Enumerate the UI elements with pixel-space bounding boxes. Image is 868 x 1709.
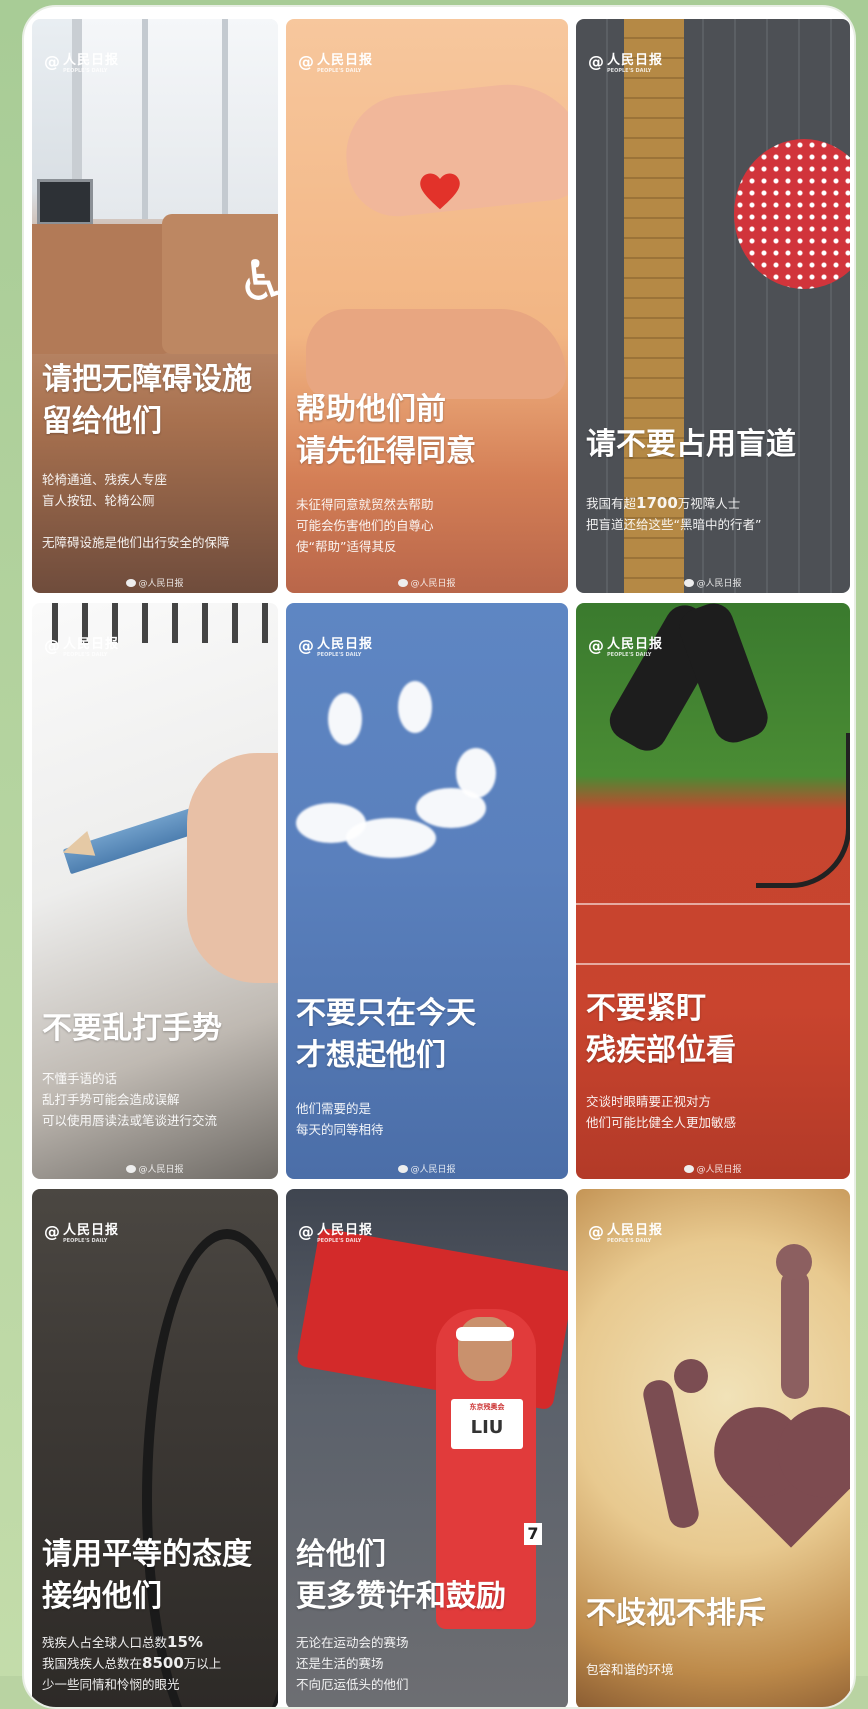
race-bib: 东京残奥会 LIU xyxy=(451,1399,523,1449)
poster-body-text: 我国有超1700万视障人士 把盲道还给这些“黑暗中的行者” xyxy=(586,494,762,532)
track-lane xyxy=(576,963,850,965)
red-umbrella xyxy=(734,139,850,289)
poster-headline: 不要乱打手势 xyxy=(42,1011,222,1046)
cloud-eye-right xyxy=(398,681,432,733)
headband xyxy=(456,1327,514,1341)
poster-body-text: 包容和谐的环境 xyxy=(586,1662,674,1677)
poster-headline: 帮助他们前 请先征得同意 xyxy=(296,392,476,469)
poster-card-no-discrimination[interactable]: @ 人民日报 PEOPLE'S DAILY 不歧视不排斥 包容和谐的环境 xyxy=(576,1189,850,1707)
weibo-watermark: @人民日报 xyxy=(576,576,850,589)
paper-heart xyxy=(727,1420,850,1548)
heart-icon xyxy=(420,173,460,210)
people-daily-logo: @ 人民日报 PEOPLE'S DAILY xyxy=(298,1222,374,1244)
paper-figure-head xyxy=(776,1244,812,1280)
poster-headline: 请把无障碍设施 留给他们 xyxy=(42,362,252,439)
helping-hands xyxy=(306,309,566,399)
track-lane xyxy=(576,903,850,905)
poster-headline: 不要只在今天 才想起他们 xyxy=(296,996,476,1073)
people-daily-logo: @ 人民日报 PEOPLE'S DAILY xyxy=(298,636,374,658)
weibo-watermark: @人民日报 xyxy=(286,1162,568,1175)
poster-card-encouragement[interactable]: 东京残奥会 LIU 7 @ 人民日报 PEOPLE'S DAILY 给他们 更多赞许和… xyxy=(286,1189,568,1707)
people-daily-logo: @ 人民日报 PEOPLE'S DAILY xyxy=(44,636,120,658)
poster-card-ask-before-helping[interactable]: @ 人民日报 PEOPLE'S DAILY 帮助他们前 请先征得同意 未征得同意就贸… xyxy=(286,19,568,593)
poster-card-accessibility-facilities[interactable]: ♿ @人民日报PEOPLE'S DAILY 请把无障碍设施 留给他们 轮椅通道、… xyxy=(32,19,278,593)
weibo-watermark: @人民日报 xyxy=(576,1162,850,1175)
poster-body-text: 他们需要的是 每天的同等相待 xyxy=(296,1101,384,1137)
people-daily-logo: @ 人民日报 PEOPLE'S DAILY xyxy=(588,636,664,658)
poster-card-not-only-today[interactable]: @ 人民日报 PEOPLE'S DAILY 不要只在今天 才想起他们 他们需要的是 … xyxy=(286,603,568,1179)
poster-card-equal-attitude[interactable]: @ 人民日报 PEOPLE'S DAILY 请用平等的态度 接纳他们 残疾人占全球人… xyxy=(32,1189,278,1707)
poster-headline: 请不要占用盲道 xyxy=(586,427,796,462)
poster-headline: 给他们 更多赞许和鼓励 xyxy=(296,1537,506,1614)
poster-headline: 不歧视不排斥 xyxy=(586,1596,766,1631)
people-daily-logo: @ 人民日报 PEOPLE'S DAILY xyxy=(588,1222,664,1244)
image-grid-container: ♿ @人民日报PEOPLE'S DAILY 请把无障碍设施 留给他们 轮椅通道、… xyxy=(22,5,856,1709)
poster-card-dont-stare[interactable]: @ 人民日报 PEOPLE'S DAILY 不要紧盯 残疾部位看 交谈时眼睛要正视对… xyxy=(576,603,850,1179)
cloud-smile xyxy=(456,748,496,798)
paper-figure xyxy=(781,1269,809,1399)
poster-body-text: 轮椅通道、残疾人专座 盲人按钮、轮椅公厕 无障碍设施是他们出行安全的保障 xyxy=(42,472,230,550)
poster-body-text: 未征得同意就贸然去帮助 可能会伤害他们的自尊心 使“帮助”适得其反 xyxy=(296,497,434,554)
weibo-watermark: @人民日报 xyxy=(32,576,278,589)
poster-body-text: 无论在运动会的赛场 还是生活的赛场 不向厄运低头的他们 xyxy=(296,1635,409,1692)
poster-card-no-random-gestures[interactable]: @ 人民日报 PEOPLE'S DAILY 不要乱打手势 不懂手语的话 乱打手势可能… xyxy=(32,603,278,1179)
poster-body-text: 不懂手语的话 乱打手势可能会造成误解 可以使用唇读法或笔谈进行交流 xyxy=(42,1071,218,1128)
paper-figure xyxy=(640,1377,702,1531)
wheelchair-icon: ♿ xyxy=(237,249,278,314)
cloud-smile xyxy=(346,818,436,858)
people-daily-logo: @ 人民日报 PEOPLE'S DAILY xyxy=(588,52,664,74)
poster-body-text: 交谈时眼睛要正视对方 他们可能比健全人更加敏感 xyxy=(586,1094,737,1130)
people-daily-logo: @ 人民日报 PEOPLE'S DAILY xyxy=(298,52,374,74)
poster-headline: 请用平等的态度 接纳他们 xyxy=(42,1537,252,1614)
waiting-seat xyxy=(32,224,172,354)
poster-body-text: 残疾人占全球人口总数15% 我国残疾人总数在8500万以上 少一些同情和怜悯的眼… xyxy=(42,1633,222,1692)
poster-headline: 不要紧盯 残疾部位看 xyxy=(586,991,736,1068)
people-daily-logo: @ 人民日报 PEOPLE'S DAILY xyxy=(44,1222,120,1244)
paper-figure-head xyxy=(674,1359,708,1393)
people-daily-logo: @ 人民日报 PEOPLE'S DAILY xyxy=(44,52,120,74)
poster-card-tactile-paving[interactable]: @ 人民日报 PEOPLE'S DAILY 请不要占用盲道 我国有超1700万视障人… xyxy=(576,19,850,593)
weibo-watermark: @人民日报 xyxy=(32,1162,278,1175)
writing-hand xyxy=(187,753,278,983)
prosthetic-blade xyxy=(756,733,850,888)
weibo-watermark: @人民日报 xyxy=(286,576,568,589)
cloud-eye-left xyxy=(328,693,362,745)
kiosk-screen xyxy=(37,179,93,225)
